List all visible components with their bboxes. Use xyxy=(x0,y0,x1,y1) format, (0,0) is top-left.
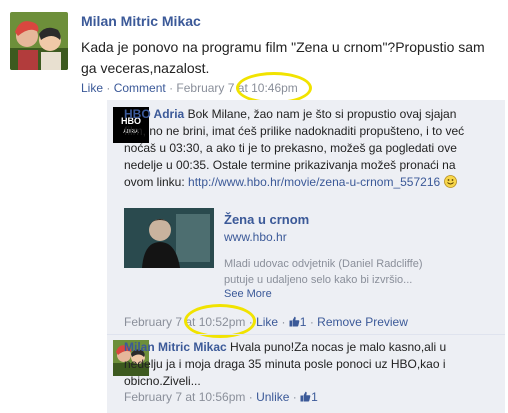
comment-link-url[interactable]: http://www.hbo.hr/movie/zena-u-crnom_557… xyxy=(188,175,440,189)
thumbs-up-icon xyxy=(300,391,311,402)
separator: · xyxy=(309,315,314,329)
comment-hbo: HBO Adria Bok Milane, žao nam je što si … xyxy=(124,106,479,191)
smiley-emoticon-icon xyxy=(443,175,457,188)
like-count-value: 1 xyxy=(311,390,318,404)
link-preview-title[interactable]: Žena u crnom xyxy=(224,212,309,227)
comment-divider xyxy=(107,334,505,335)
separator: · xyxy=(248,390,253,404)
comment-hbo-meta: February 7 at 10:52pm · Like · 1 · Remov… xyxy=(124,315,408,329)
like-link[interactable]: Like xyxy=(256,315,278,329)
thumbs-up-icon xyxy=(289,316,300,327)
separator: · xyxy=(281,315,286,329)
see-more-link[interactable]: See More xyxy=(224,288,272,300)
like-link[interactable]: Like xyxy=(81,81,103,95)
comment-reply: Milan Mitric Mikac Hvala puno!Za nocas j… xyxy=(124,339,474,390)
post-author-avatar[interactable] xyxy=(10,12,68,70)
comment-reply-meta: February 7 at 10:56pm · Unlike · 1 xyxy=(124,390,318,404)
link-preview-thumbnail[interactable] xyxy=(124,208,214,268)
like-count[interactable]: 1 xyxy=(289,315,310,329)
comment-author-milan[interactable]: Milan Mitric Mikac xyxy=(124,340,227,354)
like-count[interactable]: 1 xyxy=(300,390,318,404)
post-text: Kada je ponovo na programu film "Zena u … xyxy=(81,39,485,76)
comment-author-hbo[interactable]: HBO Adria xyxy=(124,107,184,121)
separator: · xyxy=(292,390,297,404)
link-preview-description: Mladi udovac odvjetnik (Daniel Radcliffe… xyxy=(224,258,423,286)
comment-link[interactable]: Comment xyxy=(114,81,166,95)
timestamp-highlight-circle xyxy=(184,304,256,338)
separator: · xyxy=(169,81,174,95)
like-count-value: 1 xyxy=(299,315,307,329)
post-author-name[interactable]: Milan Mitric Mikac xyxy=(81,13,201,29)
link-preview-domain[interactable]: www.hbo.hr xyxy=(224,230,287,244)
unlike-link[interactable]: Unlike xyxy=(256,390,289,404)
remove-preview-link[interactable]: Remove Preview xyxy=(317,315,408,329)
separator: · xyxy=(106,81,111,95)
comment-timestamp[interactable]: February 7 at 10:56pm xyxy=(124,390,245,404)
